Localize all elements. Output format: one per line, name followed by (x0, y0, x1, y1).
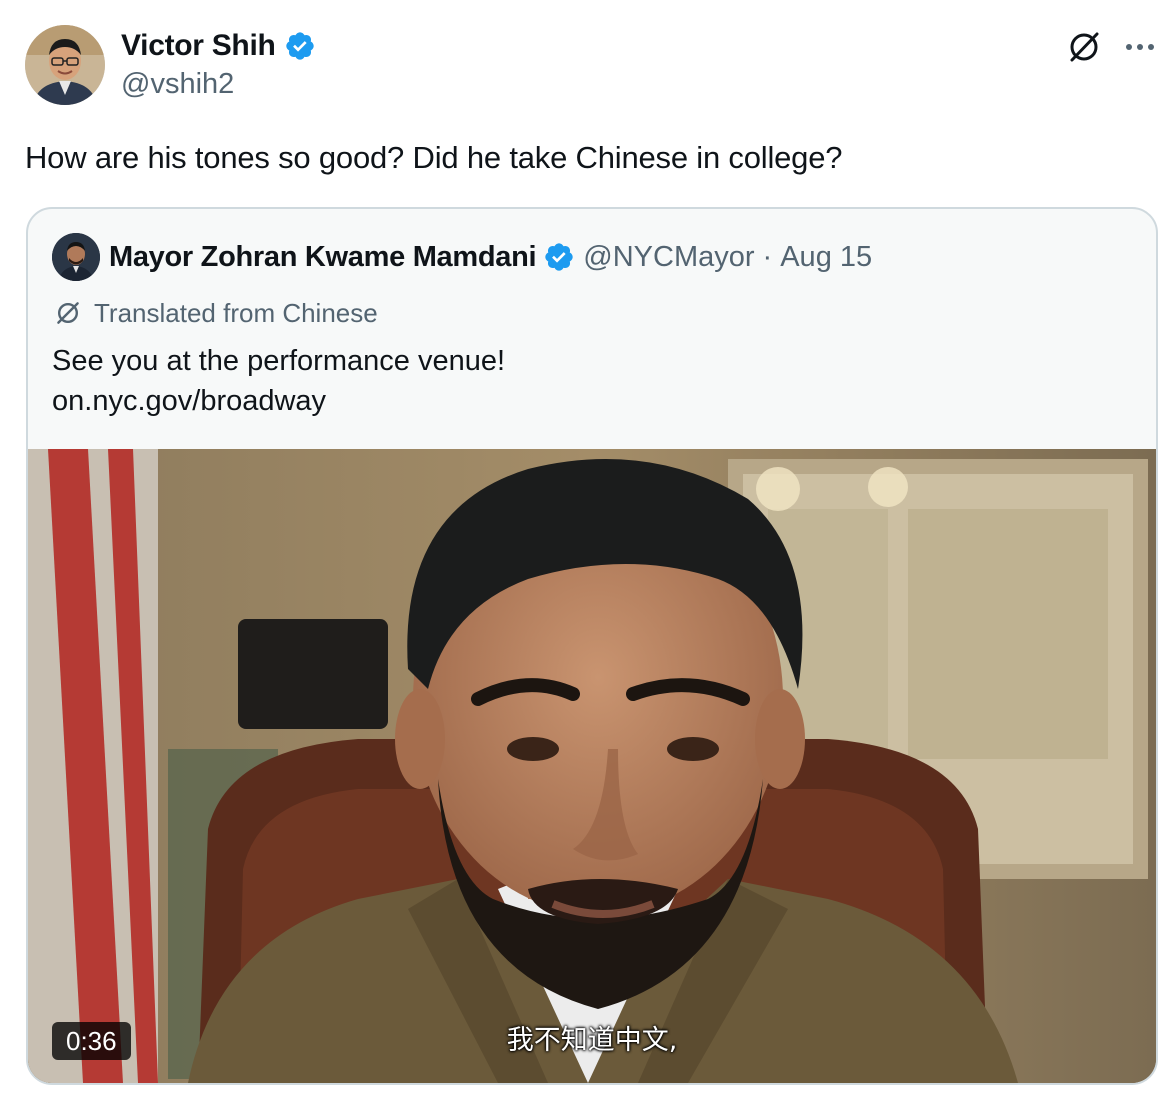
quoted-author-handle[interactable]: @NYCMayor (583, 241, 754, 274)
translated-from-label: Translated from Chinese (94, 297, 378, 328)
quoted-author-avatar[interactable] (52, 233, 100, 281)
video-frame-image (28, 449, 1156, 1083)
author-name-row[interactable]: Victor Shih (121, 28, 316, 64)
quoted-tweet-header: Mayor Zohran Kwame Mamdani @NYCMayor · A… (52, 231, 872, 283)
quoted-author-name[interactable]: Mayor Zohran Kwame Mamdani (109, 241, 537, 274)
more-options-icon[interactable] (1120, 27, 1160, 67)
quoted-text-link[interactable]: on.nyc.gov/broadway (52, 381, 505, 421)
author-handle[interactable]: @vshih2 (121, 68, 234, 101)
translate-small-icon (57, 302, 79, 324)
author-avatar[interactable] (25, 25, 105, 105)
translate-icon[interactable] (1064, 27, 1104, 67)
quoted-verified-badge-icon (543, 241, 575, 273)
video-subtitle: 我不知道中文, (506, 1025, 678, 1056)
video-player[interactable]: 0:36 我不知道中文, (28, 449, 1156, 1083)
quoted-tweet-date[interactable]: Aug 15 (780, 241, 872, 274)
translation-notice[interactable]: Translated from Chinese (52, 297, 378, 329)
separator-dot: · (762, 240, 773, 273)
quoted-text-line: See you at the performance venue! (52, 345, 506, 377)
quoted-tweet-text: See you at the performance venue! on.nyc… (52, 341, 505, 421)
verified-badge-icon (284, 30, 316, 62)
author-name[interactable]: Victor Shih (121, 29, 276, 63)
tweet-text: How are his tones so good? Did he take C… (25, 140, 843, 175)
quoted-tweet[interactable]: Mayor Zohran Kwame Mamdani @NYCMayor · A… (26, 207, 1158, 1085)
tweet: Victor Shih @vshih2 How are his tones so… (0, 0, 1176, 1102)
